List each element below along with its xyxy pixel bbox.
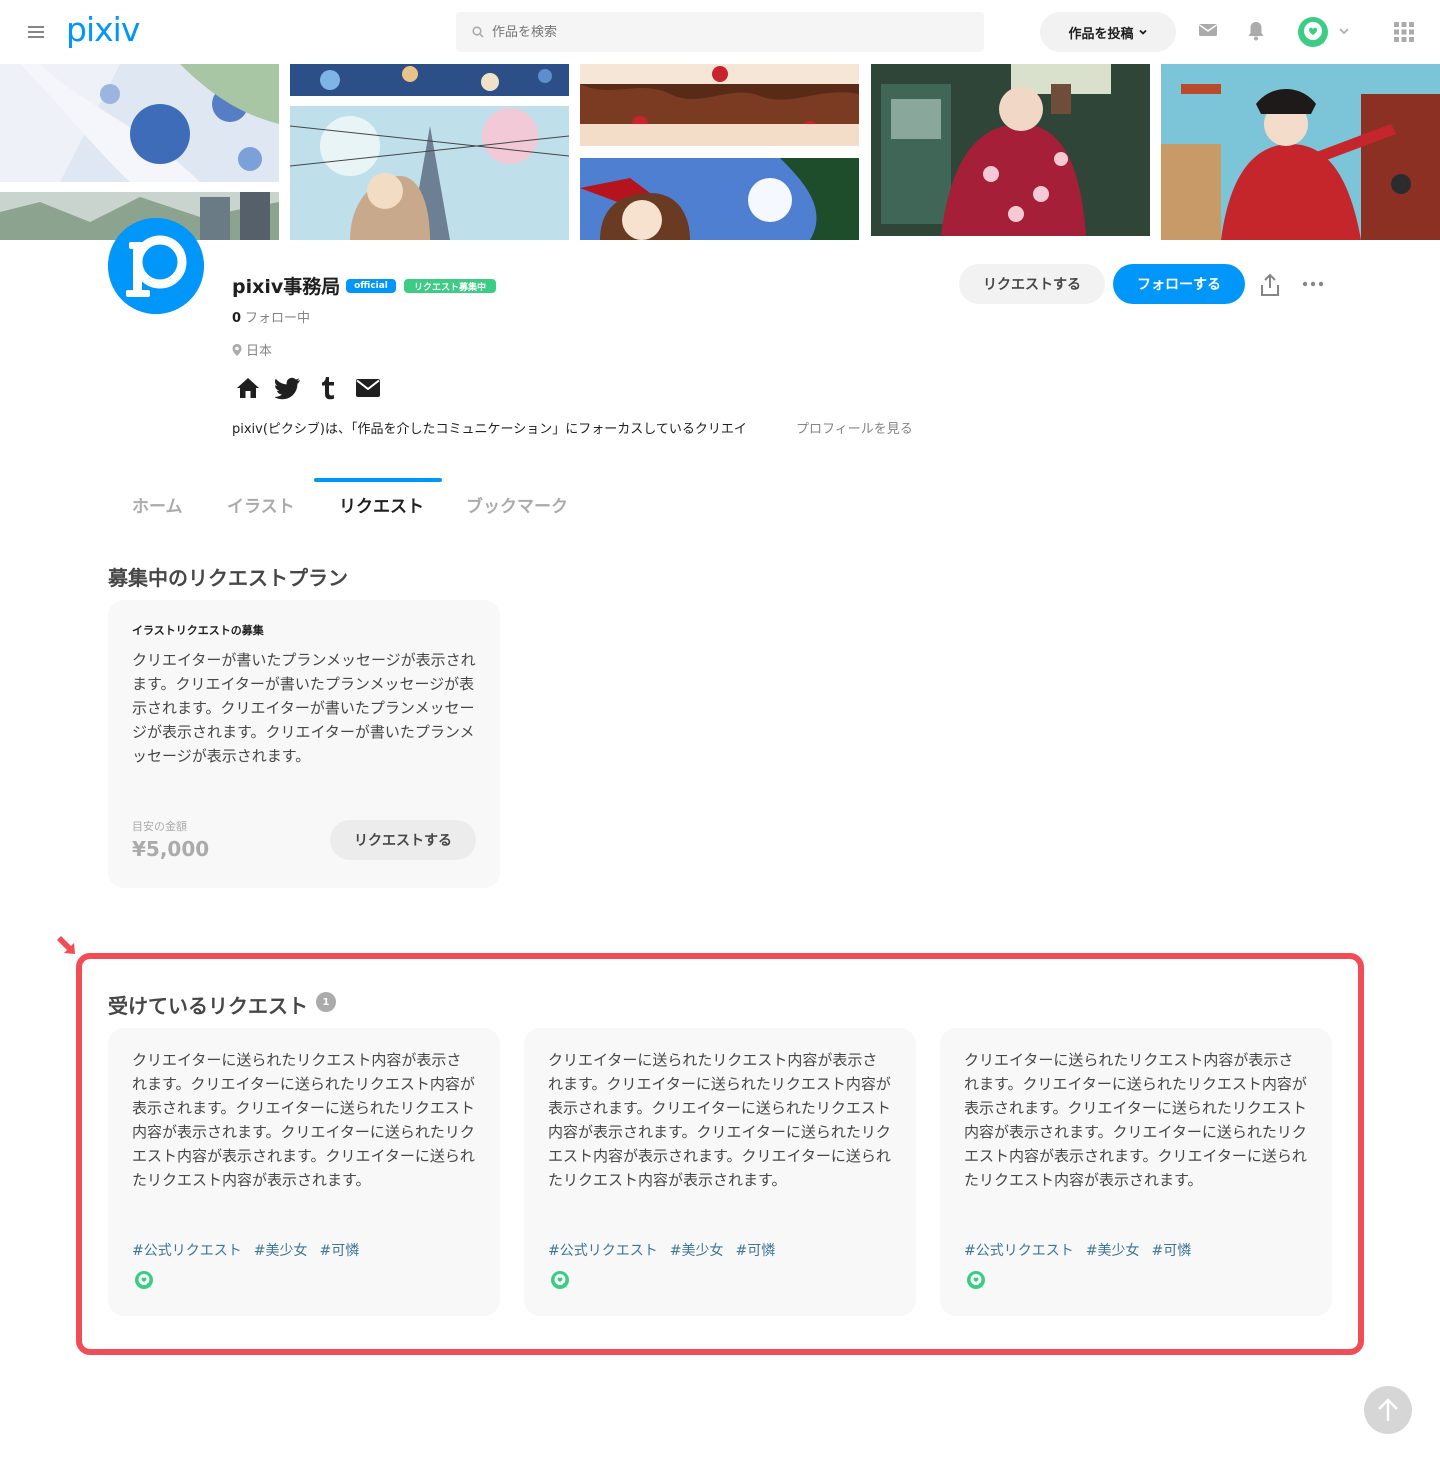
banner-illustration (290, 64, 569, 96)
annotation-arrow-icon (57, 936, 75, 954)
twitter-icon[interactable] (275, 376, 301, 400)
tab-illustrations[interactable]: イラスト (227, 492, 295, 517)
more-options-icon[interactable] (1302, 281, 1324, 287)
tag-link[interactable]: #可憐 (1151, 1240, 1191, 1260)
tab-home[interactable]: ホーム (132, 492, 183, 517)
following-count[interactable]: 0 フォロー中 (232, 307, 310, 326)
view-profile-link[interactable]: プロフィールを見る (796, 418, 913, 437)
request-tags: #公式リクエスト #美少女 #可憐 (132, 1240, 359, 1260)
tumblr-icon[interactable] (320, 376, 336, 400)
banner-illustration (0, 64, 279, 182)
following-label: フォロー中 (245, 311, 311, 326)
banner-illustration (580, 158, 859, 240)
apps-grid-icon[interactable] (1394, 22, 1414, 42)
request-text: クリエイターに送られたリクエスト内容が表示されます。クリエイターに送られたリクエ… (964, 1051, 1307, 1189)
avatar[interactable] (1297, 16, 1329, 48)
request-plans-title: 募集中のリクエストプラン (108, 566, 348, 590)
received-request-card[interactable]: クリエイターに送られたリクエスト内容が表示されます。クリエイターに送られたリクエ… (108, 1028, 500, 1316)
bell-icon[interactable] (1247, 20, 1265, 42)
plan-request-button[interactable]: リクエストする (330, 820, 476, 860)
location: 日本 (232, 340, 272, 359)
plan-price-label: 目安の金額 (132, 820, 187, 833)
request-tags: #公式リクエスト #美少女 #可憐 (964, 1240, 1191, 1260)
banner-illustration (290, 106, 569, 240)
menu-icon[interactable] (26, 22, 46, 42)
scroll-to-top-button[interactable] (1364, 1386, 1412, 1434)
location-pin-icon (232, 343, 242, 356)
received-request-card[interactable]: クリエイターに送られたリクエスト内容が表示されます。クリエイターに送られたリクエ… (940, 1028, 1332, 1316)
following-number: 0 (232, 311, 242, 326)
arrow-up-icon (1378, 1398, 1398, 1421)
tag-link[interactable]: #美少女 (1086, 1240, 1140, 1260)
request-tags: #公式リクエスト #美少女 #可憐 (548, 1240, 775, 1260)
tag-link[interactable]: #可憐 (319, 1240, 359, 1260)
tab-bookmarks[interactable]: ブックマーク (466, 492, 568, 517)
received-request-card[interactable]: クリエイターに送られたリクエスト内容が表示されます。クリエイターに送られたリクエ… (524, 1028, 916, 1316)
active-tab-indicator (314, 478, 442, 482)
follow-button[interactable]: フォローする (1113, 264, 1245, 304)
home-icon[interactable] (236, 376, 260, 400)
requester-avatar[interactable] (550, 1270, 570, 1290)
tag-link[interactable]: #公式リクエスト (964, 1240, 1074, 1260)
banner-illustration (580, 64, 859, 146)
request-count-badge: 1 (316, 992, 336, 1012)
tag-link[interactable]: #美少女 (254, 1240, 308, 1260)
post-work-label: 作品を投稿 (1068, 26, 1134, 42)
search-icon (472, 26, 484, 38)
share-icon[interactable] (1259, 273, 1281, 297)
global-header: pixiv 作品を投稿 (0, 0, 1440, 64)
plan-price: ¥5,000 (132, 837, 210, 861)
profile-name: pixiv事務局 (232, 276, 341, 298)
requester-avatar[interactable] (134, 1270, 154, 1290)
request-open-badge: リクエスト募集中 (404, 279, 496, 293)
request-button[interactable]: リクエストする (959, 264, 1105, 304)
requester-avatar[interactable] (966, 1270, 986, 1290)
banner-illustration (1161, 64, 1440, 240)
search-input[interactable] (492, 24, 932, 40)
tag-link[interactable]: #可憐 (735, 1240, 775, 1260)
tab-requests[interactable]: リクエスト (339, 492, 424, 517)
plan-title: イラストリクエストの募集 (132, 624, 264, 637)
chevron-down-icon[interactable] (1338, 25, 1350, 37)
chevron-down-icon (1138, 29, 1147, 35)
post-work-button[interactable]: 作品を投稿 (1040, 12, 1176, 52)
mail-icon[interactable] (1198, 20, 1218, 40)
pixiv-logo[interactable]: pixiv (66, 10, 140, 49)
search-bar[interactable] (456, 12, 984, 52)
profile-bio: pixiv(ピクシブ)は、「作品を介したコミュニケーション」にフォーカスしている… (232, 422, 747, 437)
official-badge: official (346, 279, 396, 293)
received-requests-title: 受けているリクエスト (108, 994, 308, 1018)
tag-link[interactable]: #美少女 (670, 1240, 724, 1260)
cover-banner (0, 64, 1440, 240)
request-plan-card: イラストリクエストの募集 クリエイターが書いたプランメッセージが表示されます。ク… (108, 600, 500, 888)
banner-illustration (871, 64, 1150, 236)
mail-icon[interactable] (356, 376, 380, 400)
tag-link[interactable]: #公式リクエスト (132, 1240, 242, 1260)
location-label: 日本 (246, 344, 273, 359)
request-text: クリエイターに送られたリクエスト内容が表示されます。クリエイターに送られたリクエ… (548, 1051, 891, 1189)
tag-link[interactable]: #公式リクエスト (548, 1240, 658, 1260)
request-text: クリエイターに送られたリクエスト内容が表示されます。クリエイターに送られたリクエ… (132, 1051, 475, 1189)
plan-message: クリエイターが書いたプランメッセージが表示されます。クリエイターが書いたプランメ… (132, 651, 476, 765)
profile-avatar (108, 218, 204, 314)
